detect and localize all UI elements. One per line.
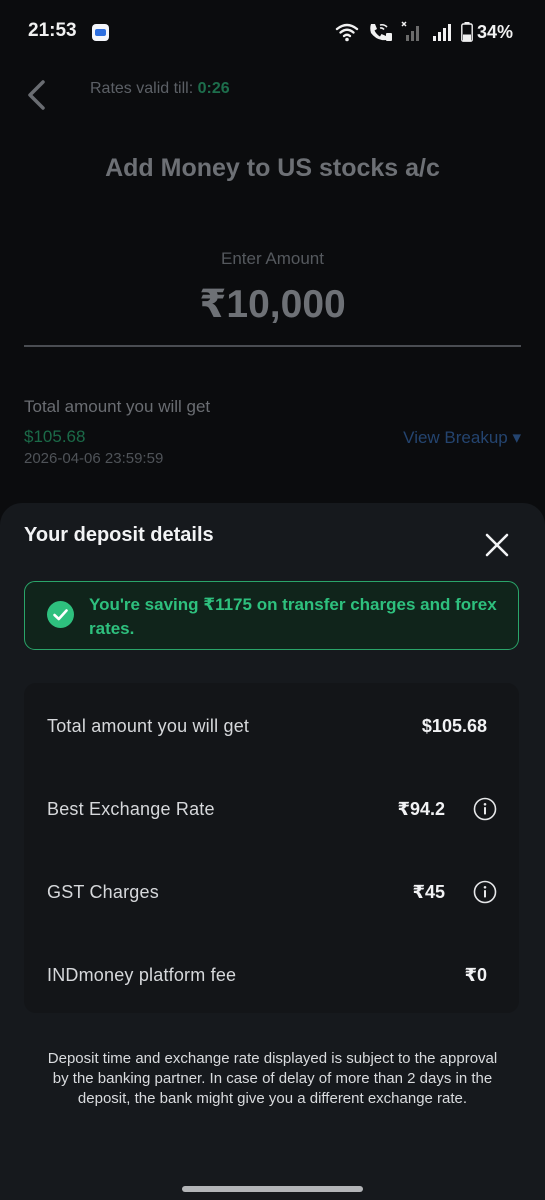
- rates-valid-till: Rates valid till: 0:26: [90, 80, 230, 98]
- rates-valid-timer: 0:26: [197, 80, 230, 97]
- detail-label: INDmoney platform fee: [47, 965, 237, 985]
- detail-label: Total amount you will get: [47, 716, 250, 736]
- info-icon[interactable]: [473, 880, 497, 904]
- detail-value: ₹0: [464, 965, 487, 985]
- home-indicator[interactable]: [182, 1186, 363, 1192]
- detail-label: GST Charges: [47, 882, 159, 902]
- total-amount-value: $105.68: [24, 427, 86, 446]
- sheet-title: Your deposit details: [24, 524, 214, 546]
- check-circle-icon: [47, 601, 74, 628]
- detail-label: Best Exchange Rate: [47, 799, 215, 819]
- detail-value: $105.68: [421, 716, 487, 736]
- rates-valid-label: Rates valid till:: [90, 80, 194, 97]
- detail-row-exchange-rate: Best Exchange Rate ₹94.2: [24, 789, 519, 829]
- savings-banner: You're saving ₹1175 on transfer charges …: [24, 581, 519, 650]
- rate-expiry-date: 2026-04-06 23:59:59: [24, 450, 164, 467]
- detail-value: ₹45: [412, 882, 445, 902]
- page-title: Add Money to US stocks a/c: [105, 154, 440, 182]
- detail-row-gst-charges: GST Charges ₹45: [24, 872, 519, 912]
- enter-amount-label: Enter Amount: [220, 249, 324, 268]
- view-breakup-link[interactable]: View Breakup ▾: [403, 428, 521, 448]
- close-icon[interactable]: [484, 532, 510, 558]
- deposit-details-card: Total amount you will get $105.68 Best E…: [24, 683, 519, 1013]
- detail-row-platform-fee: INDmoney platform fee ₹0: [24, 955, 519, 995]
- back-arrow-icon[interactable]: [24, 78, 52, 112]
- detail-row-total-amount: Total amount you will get $105.68: [24, 706, 519, 746]
- savings-message: You're saving ₹1175 on transfer charges …: [89, 595, 497, 638]
- info-icon[interactable]: [473, 797, 497, 821]
- amount-underline: [24, 345, 521, 347]
- detail-value: ₹94.2: [397, 799, 445, 819]
- total-amount-label: Total amount you will get: [24, 397, 211, 416]
- disclaimer-text: Deposit time and exchange rate displayed…: [47, 1050, 498, 1107]
- amount-input[interactable]: ₹10,000: [0, 282, 545, 327]
- deposit-details-sheet: Your deposit details You're saving ₹1175…: [0, 503, 545, 1200]
